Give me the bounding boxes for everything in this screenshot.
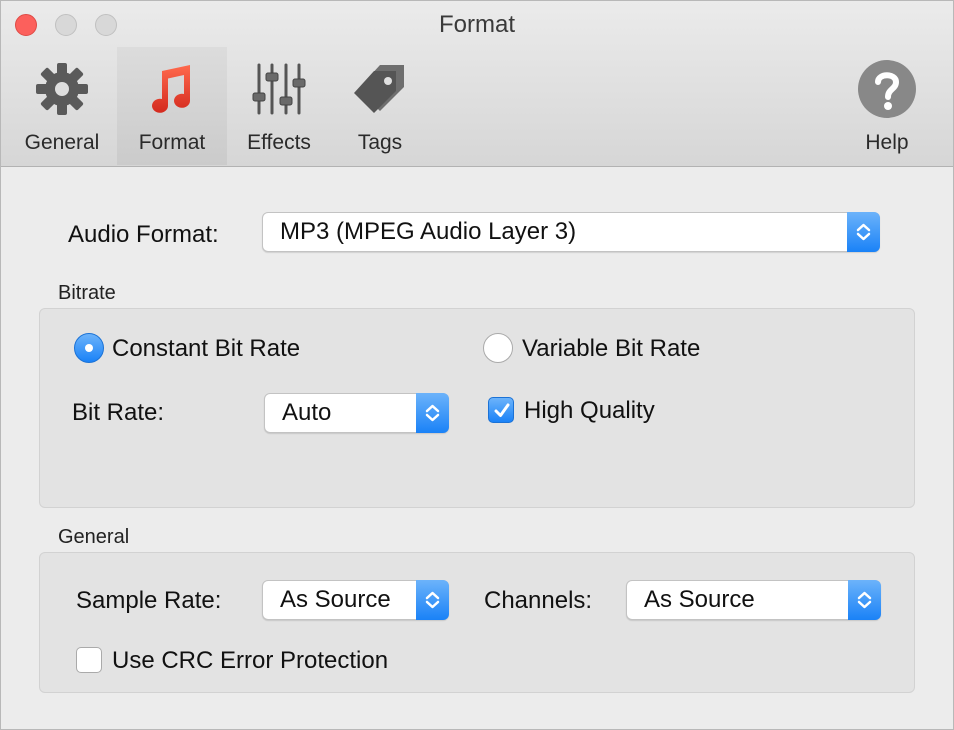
bit-rate-label: Bit Rate: (72, 399, 165, 426)
channels-value: As Source (644, 586, 755, 613)
popup-stepper-icon (416, 393, 449, 433)
preferences-window: Format General Format Effects Tags Help … (0, 0, 954, 730)
variable-bit-rate-radio[interactable] (483, 333, 513, 363)
popup-stepper-icon (847, 212, 880, 252)
format-pane: Audio Format: MP3 (MPEG Audio Layer 3) B… (1, 167, 953, 729)
toolbar-item-general[interactable]: General (7, 47, 117, 165)
general-section-title: General (58, 526, 130, 548)
toolbar-item-label: Tags (357, 131, 403, 154)
title-toolbar: Format General Format Effects Tags Help (1, 1, 953, 167)
high-quality-label[interactable]: High Quality (524, 397, 655, 425)
toolbar-item-label: Help (865, 131, 909, 154)
music-note-icon (142, 59, 202, 119)
constant-bit-rate-label[interactable]: Constant Bit Rate (112, 335, 300, 363)
channels-popup[interactable]: As Source (626, 580, 881, 620)
channels-label: Channels: (484, 587, 593, 614)
general-group: Sample Rate: As Source Channels: As Sour… (39, 552, 915, 693)
sample-rate-label: Sample Rate: (76, 587, 222, 614)
bitrate-group: Constant Bit Rate Variable Bit Rate Bit … (39, 308, 915, 508)
toolbar-item-help[interactable]: Help (837, 47, 937, 165)
window-title: Format (438, 11, 515, 38)
question-mark-icon (857, 59, 917, 119)
tag-icon (350, 59, 410, 119)
variable-bit-rate-label[interactable]: Variable Bit Rate (522, 335, 700, 363)
popup-stepper-icon (416, 580, 449, 620)
toolbar-item-label: General (24, 131, 100, 154)
crc-error-protection-checkbox[interactable] (76, 647, 102, 673)
high-quality-checkbox[interactable] (488, 397, 514, 423)
toolbar-item-format[interactable]: Format (117, 47, 227, 165)
bit-rate-popup[interactable]: Auto (264, 393, 449, 433)
audio-format-value: MP3 (MPEG Audio Layer 3) (280, 218, 577, 245)
toolbar-item-label: Format (138, 131, 206, 154)
bitrate-section-title: Bitrate (58, 282, 116, 304)
bit-rate-value: Auto (282, 399, 332, 426)
audio-format-popup[interactable]: MP3 (MPEG Audio Layer 3) (262, 212, 880, 252)
gear-icon (32, 59, 92, 119)
toolbar-item-effects[interactable]: Effects (227, 47, 331, 165)
constant-bit-rate-radio[interactable] (74, 333, 104, 363)
audio-format-label: Audio Format: (68, 221, 219, 248)
crc-error-protection-label[interactable]: Use CRC Error Protection (112, 647, 388, 675)
toolbar-item-label: Effects (247, 131, 311, 154)
sample-rate-value: As Source (280, 586, 391, 613)
sample-rate-popup[interactable]: As Source (262, 580, 449, 620)
toolbar-item-tags[interactable]: Tags (331, 47, 429, 165)
equalizer-sliders-icon (249, 59, 309, 119)
popup-stepper-icon (848, 580, 881, 620)
